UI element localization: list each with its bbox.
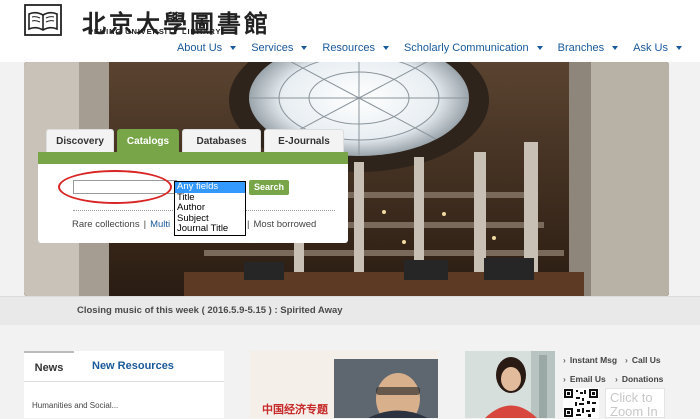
quick-links: Instant Msg Call Us Email Us Donations C…	[563, 351, 700, 419]
option-journal-title[interactable]: Journal Title	[175, 223, 245, 235]
nav-scholarly-communication[interactable]: Scholarly Communication	[404, 42, 543, 54]
most-borrowed-link[interactable]: Most borrowed	[254, 219, 317, 230]
nav-services[interactable]: Services	[251, 42, 308, 54]
call-us-link[interactable]: Call Us	[625, 355, 661, 365]
announcement-text[interactable]: Closing music of this week ( 2016.5.9-5.…	[77, 305, 343, 316]
chevron-down-icon	[301, 46, 308, 50]
announcement-bar: Closing music of this week ( 2016.5.9-5.…	[0, 296, 700, 325]
qr-code-icon	[563, 388, 599, 418]
chevron-down-icon	[612, 46, 619, 50]
feature-banner[interactable]: 中国经济专题	[250, 351, 438, 418]
search-field-dropdown[interactable]: Any fields Title Author Subject Journal …	[174, 181, 246, 236]
tab-news[interactable]: News	[24, 351, 74, 383]
site-header: 北京大學圖書館 PEKING UNIVERSITY LIBRARY About …	[0, 0, 700, 62]
option-any-fields[interactable]: Any fields	[175, 181, 245, 193]
chevron-down-icon	[676, 46, 682, 50]
librarian-image	[465, 351, 555, 418]
library-emblem-icon	[24, 4, 62, 36]
chevron-down-icon	[536, 46, 543, 50]
divider	[24, 381, 224, 382]
catalog-search-input[interactable]	[73, 180, 177, 194]
main-nav: About Us Services Resources Scholarly Co…	[162, 42, 682, 54]
search-tabs: Discovery Catalogs Databases E-Journals	[46, 129, 347, 154]
feature-title: 中国经济专题	[262, 403, 328, 416]
chevron-down-icon	[230, 46, 237, 50]
nav-ask-us[interactable]: Ask Us	[633, 42, 682, 54]
instant-msg-link[interactable]: Instant Msg	[563, 355, 617, 365]
tab-e-journals[interactable]: E-Journals	[264, 129, 344, 154]
nav-branches[interactable]: Branches	[558, 42, 619, 54]
zoom-in-button[interactable]: Click to Zoom In	[605, 388, 665, 419]
rare-collections-link[interactable]: Rare collections	[72, 219, 140, 230]
tab-databases[interactable]: Databases	[182, 129, 261, 154]
news-list-item[interactable]: Humanities and Social...	[32, 401, 118, 410]
news-panel: News New Resources Humanities and Social…	[24, 351, 224, 418]
email-us-link[interactable]: Email Us	[563, 374, 606, 384]
search-button[interactable]: Search	[249, 180, 290, 195]
tab-catalogs[interactable]: Catalogs	[117, 129, 179, 154]
nav-resources[interactable]: Resources	[322, 42, 389, 54]
reference-librarian-photo[interactable]	[465, 351, 555, 418]
multimedia-link[interactable]: Multi	[150, 219, 170, 230]
tab-new-resources[interactable]: New Resources	[92, 351, 174, 381]
donations-link[interactable]: Donations	[615, 374, 664, 384]
library-logo[interactable]: 北京大學圖書館 PEKING UNIVERSITY LIBRARY	[24, 4, 268, 38]
nav-about-us[interactable]: About Us	[177, 42, 237, 54]
option-author[interactable]: Author	[175, 202, 245, 214]
tab-discovery[interactable]: Discovery	[46, 129, 114, 154]
logo-english-text: PEKING UNIVERSITY LIBRARY	[88, 27, 222, 36]
chevron-down-icon	[382, 46, 389, 50]
zoom-in-label: Click to Zoom In	[610, 390, 658, 419]
